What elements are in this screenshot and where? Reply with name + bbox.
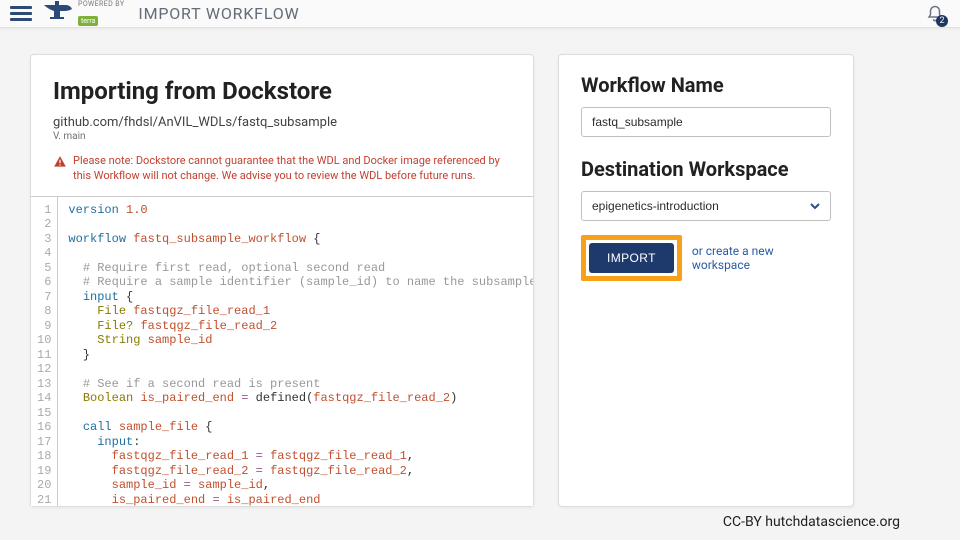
repo-path: github.com/fhdsl/AnVIL_WDLs/fastq_subsam… bbox=[53, 115, 511, 130]
destination-card: Workflow Name Destination Workspace IMPO… bbox=[558, 54, 854, 507]
code-line: File? fastqgz_file_read_2 bbox=[68, 319, 533, 334]
anvil-icon bbox=[42, 1, 74, 21]
code-line: workflow fastq_subsample_workflow { bbox=[68, 232, 533, 247]
code-line: String sample_id bbox=[68, 333, 533, 348]
line-number: 20 bbox=[37, 478, 51, 493]
code-line: # Require a sample identifier (sample_id… bbox=[68, 275, 533, 290]
notifications-button[interactable]: 2 bbox=[920, 3, 950, 25]
code-line bbox=[68, 217, 533, 232]
line-number: 21 bbox=[37, 493, 51, 506]
code-line: version 1.0 bbox=[68, 203, 533, 218]
code-line: File fastqgz_file_read_1 bbox=[68, 304, 533, 319]
code-line: # Require first read, optional second re… bbox=[68, 261, 533, 276]
code-line bbox=[68, 362, 533, 377]
line-number: 11 bbox=[37, 348, 51, 363]
warning-banner: Please note: Dockstore cannot guarantee … bbox=[53, 154, 511, 184]
logo-sub-text: POWERED BY bbox=[78, 1, 124, 8]
destination-workspace-label: Destination Workspace bbox=[581, 157, 831, 181]
line-number: 7 bbox=[37, 290, 51, 305]
line-number: 19 bbox=[37, 464, 51, 479]
code-line: fastqgz_file_read_1 = fastqgz_file_read_… bbox=[68, 449, 533, 464]
warning-text: Please note: Dockstore cannot guarantee … bbox=[73, 154, 511, 184]
line-number: 4 bbox=[37, 246, 51, 261]
warning-icon bbox=[53, 155, 67, 169]
code-line: sample_id = sample_id, bbox=[68, 478, 533, 493]
code-line: # See if a second read is present bbox=[68, 377, 533, 392]
line-number: 8 bbox=[37, 304, 51, 319]
top-bar: POWERED BY terra IMPORT WORKFLOW 2 bbox=[0, 0, 960, 28]
line-number: 15 bbox=[37, 406, 51, 421]
version-label: V. main bbox=[53, 131, 511, 142]
line-number: 10 bbox=[37, 333, 51, 348]
line-number: 2 bbox=[37, 217, 51, 232]
workflow-name-label: Workflow Name bbox=[581, 73, 831, 97]
code-line bbox=[68, 246, 533, 261]
page-header-title: IMPORT WORKFLOW bbox=[138, 4, 299, 23]
menu-button[interactable] bbox=[10, 6, 32, 21]
tutorial-highlight: IMPORT bbox=[581, 235, 682, 281]
line-number: 3 bbox=[37, 232, 51, 247]
line-number: 9 bbox=[37, 319, 51, 334]
workflow-name-input[interactable] bbox=[581, 107, 831, 137]
line-number: 13 bbox=[37, 377, 51, 392]
line-number: 12 bbox=[37, 362, 51, 377]
line-number: 17 bbox=[37, 435, 51, 450]
code-line bbox=[68, 406, 533, 421]
page-title: Importing from Dockstore bbox=[53, 77, 511, 105]
wdl-code-viewer: 12345678910111213141516171819202122 vers… bbox=[31, 196, 533, 506]
code-line: } bbox=[68, 348, 533, 363]
code-line: input { bbox=[68, 290, 533, 305]
code-line: call sample_file { bbox=[68, 420, 533, 435]
line-number: 5 bbox=[37, 261, 51, 276]
logo-terra-badge: terra bbox=[78, 16, 98, 26]
notifications-count-badge: 2 bbox=[936, 15, 948, 27]
code-line: is_paired_end = is_paired_end bbox=[68, 493, 533, 506]
line-number: 18 bbox=[37, 449, 51, 464]
line-number: 6 bbox=[37, 275, 51, 290]
import-source-card: Importing from Dockstore github.com/fhds… bbox=[30, 54, 534, 507]
app-logo: POWERED BY terra bbox=[42, 1, 124, 27]
line-number: 14 bbox=[37, 391, 51, 406]
attribution-footer: CC-BY hutchdatascience.org bbox=[723, 514, 900, 530]
import-button[interactable]: IMPORT bbox=[589, 243, 674, 273]
line-number: 16 bbox=[37, 420, 51, 435]
create-workspace-link[interactable]: or create a new workspace bbox=[692, 244, 831, 272]
code-line: fastqgz_file_read_2 = fastqgz_file_read_… bbox=[68, 464, 533, 479]
code-line: Boolean is_paired_end = defined(fastqgz_… bbox=[68, 391, 533, 406]
code-line: input: bbox=[68, 435, 533, 450]
line-number: 1 bbox=[37, 203, 51, 218]
workspace-select[interactable] bbox=[581, 191, 831, 221]
